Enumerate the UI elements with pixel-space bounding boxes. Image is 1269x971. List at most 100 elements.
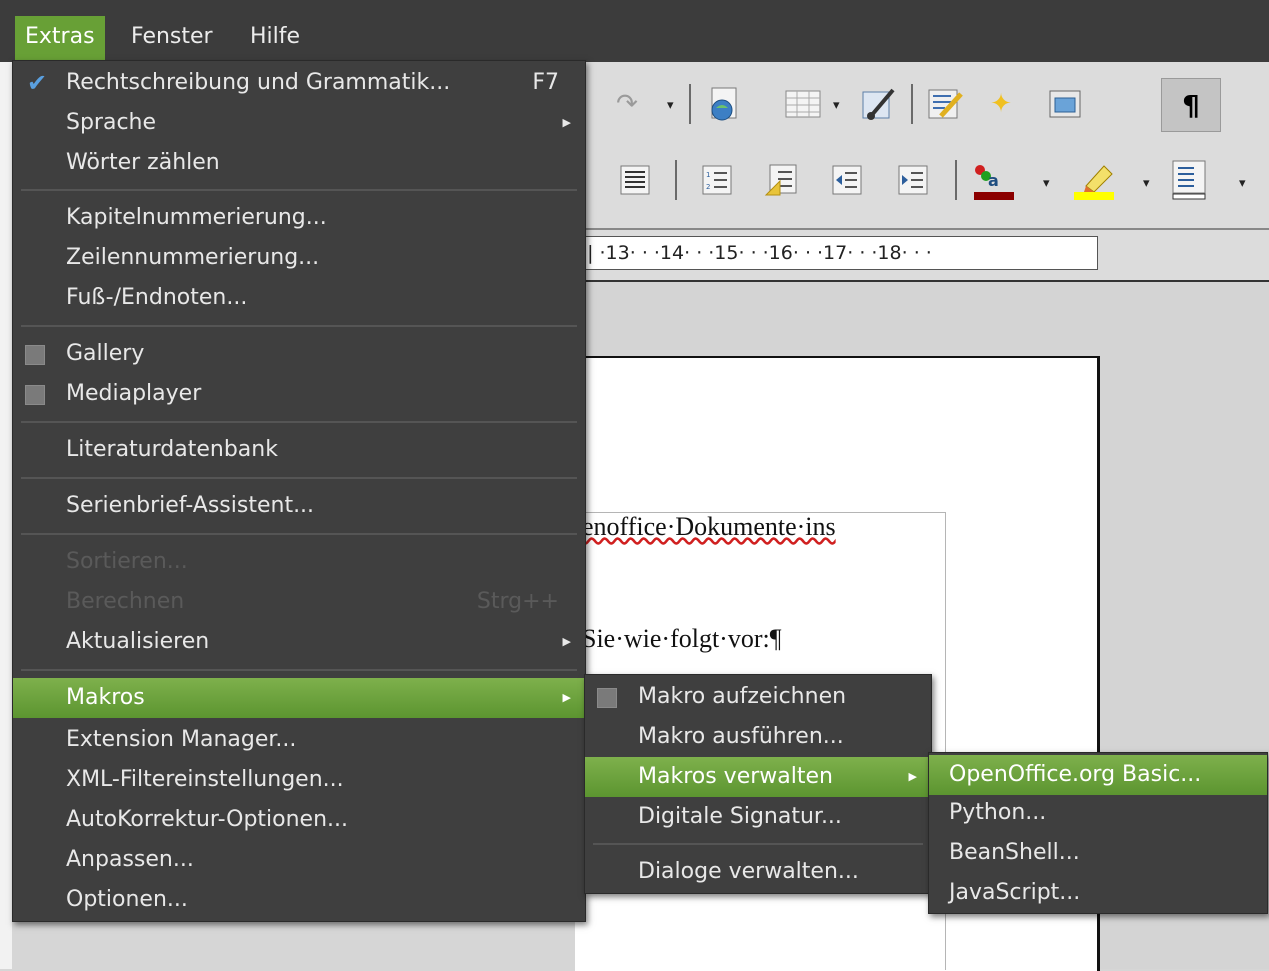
menu-item-label: Wörter zählen [66, 150, 220, 175]
justify-icon[interactable] [615, 160, 655, 200]
toolbar-separator [955, 160, 957, 200]
menu-extras[interactable]: Extras [15, 16, 105, 60]
gallery-checkbox [25, 345, 45, 365]
horizontal-ruler[interactable]: · | ·13· · ·14· · ·15· · ·16· · ·17· · ·… [575, 230, 1269, 282]
decrease-indent-icon[interactable] [827, 160, 867, 200]
menu-fenster[interactable]: Fenster [121, 16, 223, 60]
menu-item-label: AutoKorrektur-Optionen... [66, 807, 349, 832]
menu-item-label: Makros verwalten [638, 764, 833, 789]
paragraph-background-dropdown-icon[interactable]: ▾ [1239, 176, 1246, 191]
toolbar-separator [675, 160, 677, 200]
draw-functions-icon[interactable] [859, 84, 899, 124]
formatting-marks-icon[interactable]: ¶ [1161, 78, 1221, 132]
standard-toolbar: ↷ ▾ ▾ ✦ ¶ [575, 62, 1269, 147]
window-edge [0, 62, 12, 969]
font-color-icon[interactable]: a [969, 160, 1019, 200]
menu-item-beanshell[interactable]: BeanShell... [929, 833, 1267, 873]
menu-item-javascript[interactable]: JavaScript... [929, 873, 1267, 913]
makros-submenu: Makro aufzeichnen Makro ausführen... Mak… [584, 674, 932, 894]
svg-text:2: 2 [706, 183, 710, 191]
paragraph-background-icon[interactable] [1169, 160, 1209, 200]
menu-item-label: Serienbrief-Assistent... [66, 493, 315, 518]
star-icon[interactable]: ✦ [981, 84, 1021, 124]
menu-item-label: OpenOffice.org Basic... [949, 762, 1202, 787]
window-icon[interactable] [1045, 84, 1085, 124]
menu-item-digitale-signatur[interactable]: Digitale Signatur... [585, 797, 931, 837]
menu-separator [21, 325, 577, 327]
menu-hilfe[interactable]: Hilfe [240, 16, 310, 60]
menu-item-makros[interactable]: Makros ▶ [13, 678, 585, 718]
redo-icon[interactable]: ↷ [607, 84, 647, 124]
menu-item-makro-aufzeichnen[interactable]: Makro aufzeichnen [585, 677, 931, 717]
menu-item-berechnen: Berechnen Strg++ [13, 582, 585, 622]
navigator-icon[interactable] [705, 84, 745, 124]
menu-item-zeilennummerierung[interactable]: Zeilennummerierung... [13, 238, 585, 278]
menu-item-gallery[interactable]: Gallery [13, 334, 585, 374]
menu-item-aktualisieren[interactable]: Aktualisieren ▶ [13, 622, 585, 662]
menu-separator [21, 421, 577, 423]
menu-separator [593, 843, 923, 845]
menu-separator [21, 533, 577, 535]
submenu-arrow-icon: ▶ [562, 635, 571, 648]
menu-item-sortieren: Sortieren... [13, 542, 585, 582]
menu-item-label: Fuß-/Endnoten... [66, 285, 248, 310]
menu-item-dialoge-verwalten[interactable]: Dialoge verwalten... [585, 852, 931, 892]
spellcheck-icon: ✔ [27, 69, 48, 97]
menu-bar: Extras Fenster Hilfe [0, 0, 1269, 62]
menu-item-xml-filter[interactable]: XML-Filtereinstellungen... [13, 760, 585, 800]
menu-item-label: Aktualisieren [66, 629, 210, 654]
menu-item-label: Digitale Signatur... [638, 804, 842, 829]
menu-item-anpassen[interactable]: Anpassen... [13, 840, 585, 880]
menu-item-kapitelnummerierung[interactable]: Kapitelnummerierung... [13, 198, 585, 238]
table-icon[interactable] [783, 84, 823, 124]
table-dropdown-icon[interactable]: ▾ [833, 98, 840, 113]
increase-indent-icon[interactable] [893, 160, 933, 200]
toolbar-separator [911, 84, 913, 124]
redo-dropdown-icon[interactable]: ▾ [667, 98, 674, 113]
menu-item-woerter-zaehlen[interactable]: Wörter zählen [13, 143, 585, 183]
font-color-dropdown-icon[interactable]: ▾ [1043, 176, 1050, 191]
menu-item-label: XML-Filtereinstellungen... [66, 767, 344, 792]
menu-item-label: Gallery [66, 341, 145, 366]
menu-separator [21, 189, 577, 191]
menu-item-label: Optionen... [66, 887, 188, 912]
bullets-icon[interactable] [761, 160, 801, 200]
document-text-1: enoffice·Dokumente·ins [582, 512, 836, 541]
document-line-2: Sie·wie·folgt·vor:¶ [582, 624, 782, 653]
extras-menu: ✔ Rechtschreibung und Grammatik... F7 Sp… [12, 60, 586, 922]
menu-item-optionen[interactable]: Optionen... [13, 880, 585, 920]
highlighting-icon[interactable] [1069, 160, 1119, 200]
menu-item-label: BeanShell... [949, 840, 1080, 865]
submenu-arrow-icon: ▶ [908, 770, 917, 783]
submenu-arrow-icon: ▶ [562, 116, 571, 129]
mediaplayer-checkbox [25, 385, 45, 405]
menu-item-makro-ausfuehren[interactable]: Makro ausführen... [585, 717, 931, 757]
numbering-icon[interactable]: 12 [697, 160, 737, 200]
menu-item-label: Sprache [66, 110, 157, 135]
menu-item-fussnoten[interactable]: Fuß-/Endnoten... [13, 278, 585, 318]
menu-item-python[interactable]: Python... [929, 793, 1267, 833]
menu-item-mediaplayer[interactable]: Mediaplayer [13, 374, 585, 414]
menu-item-shortcut: Strg++ [476, 589, 559, 614]
menu-item-makros-verwalten[interactable]: Makros verwalten ▶ [585, 757, 931, 797]
highlighting-dropdown-icon[interactable]: ▾ [1143, 176, 1150, 191]
document-line-1: enoffice·Dokumente·ins [582, 512, 836, 542]
menu-item-autokorrektur[interactable]: AutoKorrektur-Optionen... [13, 800, 585, 840]
menu-item-label: Zeilennummerierung... [66, 245, 320, 270]
ruler-ticks: · | ·13· · ·14· · ·15· · ·16· · ·17· · ·… [575, 242, 932, 264]
menu-item-label: Anpassen... [66, 847, 194, 872]
menu-separator [21, 669, 577, 671]
menu-item-label: Extension Manager... [66, 727, 297, 752]
menu-item-label: Berechnen [66, 589, 185, 614]
menu-item-rechtschreibung[interactable]: ✔ Rechtschreibung und Grammatik... F7 [13, 63, 585, 103]
menu-item-shortcut: F7 [532, 70, 559, 95]
menu-item-literaturdatenbank[interactable]: Literaturdatenbank [13, 430, 585, 470]
menu-item-label: Mediaplayer [66, 381, 202, 406]
edit-icon[interactable] [925, 84, 965, 124]
menu-item-sprache[interactable]: Sprache ▶ [13, 103, 585, 143]
menu-item-label: Makro aufzeichnen [638, 684, 847, 709]
menu-item-extension-manager[interactable]: Extension Manager... [13, 720, 585, 760]
menu-item-openoffice-basic[interactable]: OpenOffice.org Basic... [929, 755, 1267, 795]
menu-item-serienbrief[interactable]: Serienbrief-Assistent... [13, 486, 585, 526]
formatting-toolbar: 12 a ▾ ▾ ▾ [575, 146, 1269, 230]
